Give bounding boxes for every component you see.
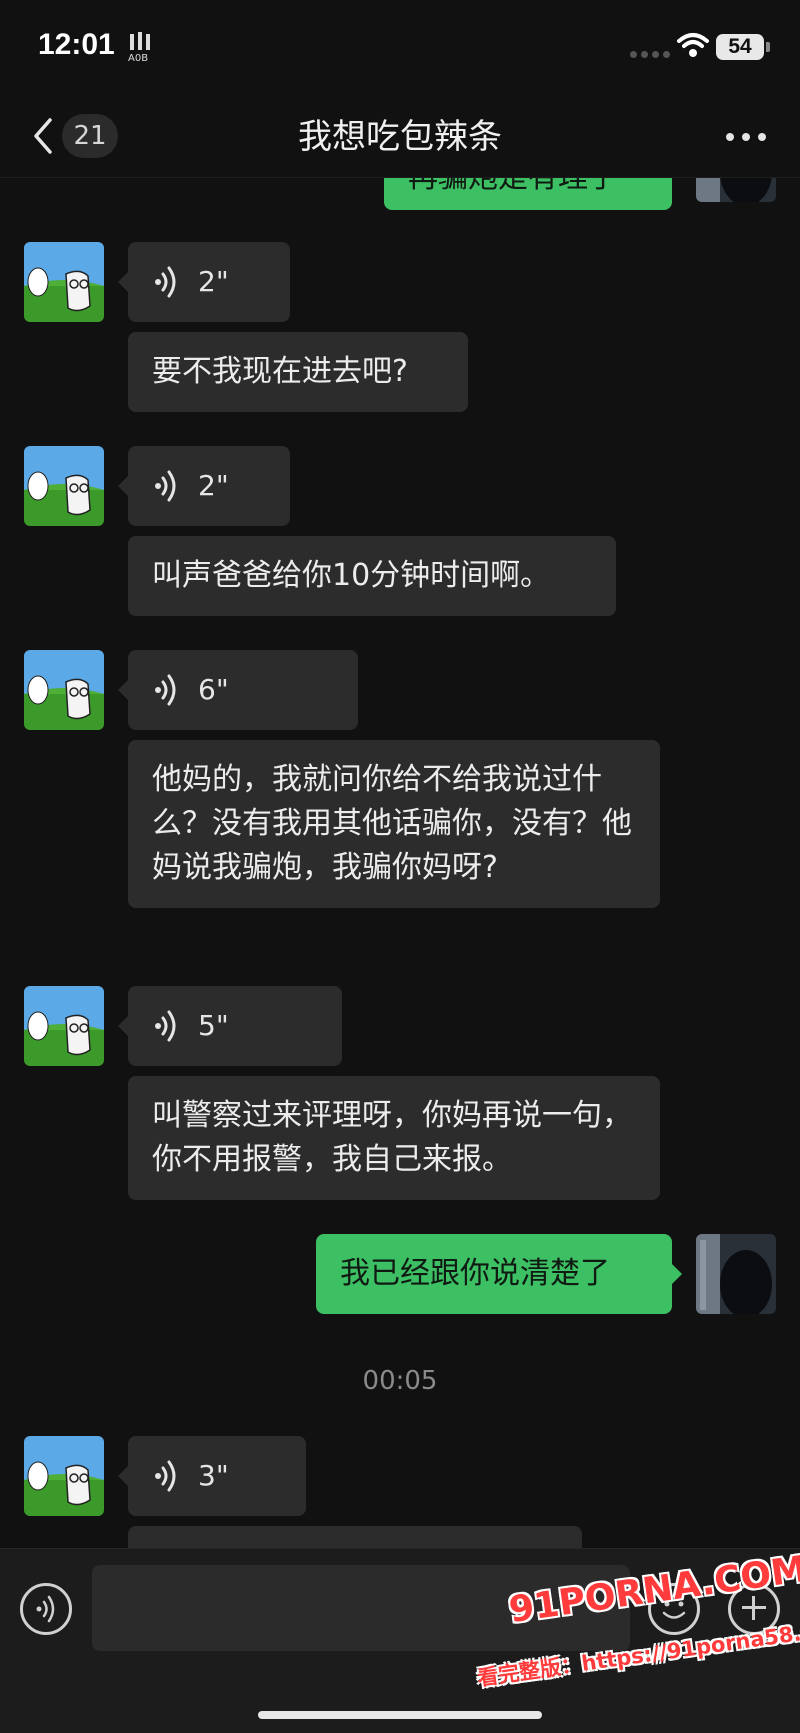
- incoming-message[interactable]: 叫声爸爸给你10分钟时间啊。: [128, 536, 616, 616]
- time-separator: 00:05: [362, 1366, 438, 1396]
- battery-cap: [766, 42, 770, 52]
- voice-message[interactable]: 3": [118, 1436, 306, 1516]
- avatar-image: [24, 986, 104, 1066]
- voice-duration: 2": [198, 469, 229, 502]
- avatar-image: [24, 242, 104, 322]
- voice-wave-icon: [155, 1010, 176, 1042]
- chat-title: 我想吃包辣条: [298, 117, 502, 157]
- voice-wave-icon: [155, 470, 176, 502]
- message-text: 他妈的，我就问你给不给我说过什么？没有我用其他话骗你，没有？他妈说我骗炮，我骗你…: [152, 762, 632, 885]
- contact-avatar[interactable]: [24, 986, 104, 1066]
- avatar-image: [24, 650, 104, 730]
- message-list[interactable]: 再骗炮是有理了 2" 要不我现在进去吧?: [0, 178, 800, 1548]
- voice-message[interactable]: 6": [118, 650, 358, 730]
- message-text: 再骗炮是有理了: [408, 178, 618, 195]
- avatar-image: [696, 1234, 776, 1314]
- app-notification-icon: A0B: [128, 32, 150, 62]
- avatar-image: [696, 178, 776, 202]
- back-chevron-icon[interactable]: [28, 116, 56, 156]
- outgoing-message[interactable]: 我已经跟你说清楚了: [316, 1234, 682, 1314]
- voice-message[interactable]: 2": [118, 242, 290, 322]
- incoming-message-partial[interactable]: [128, 1526, 582, 1548]
- more-dots-icon[interactable]: [722, 116, 770, 156]
- incoming-message[interactable]: 叫警察过来评理呀，你妈再说一句，你不用报警，我自己来报。: [128, 1076, 660, 1200]
- outgoing-message-partial[interactable]: 再骗炮是有理了: [384, 178, 672, 210]
- incoming-message[interactable]: 他妈的，我就问你给不给我说过什么？没有我用其他话骗你，没有？他妈说我骗炮，我骗你…: [128, 740, 660, 908]
- unread-count-badge[interactable]: 21: [62, 114, 118, 158]
- voice-duration: 3": [198, 1459, 229, 1492]
- voice-input-toggle[interactable]: [20, 1583, 72, 1635]
- message-text: 我已经跟你说清楚了: [340, 1256, 610, 1291]
- voice-duration: 2": [198, 265, 229, 298]
- incoming-message[interactable]: 要不我现在进去吧?: [128, 332, 468, 412]
- voice-duration: 6": [198, 673, 229, 706]
- contact-avatar[interactable]: [24, 446, 104, 526]
- voice-message[interactable]: 5": [118, 986, 342, 1066]
- battery-icon: 54: [716, 34, 764, 60]
- contact-avatar[interactable]: [24, 650, 104, 730]
- voice-wave-icon: [155, 266, 176, 298]
- avatar-image: [24, 446, 104, 526]
- contact-avatar[interactable]: [24, 1436, 104, 1516]
- message-text: 叫警察过来评理呀，你妈再说一句，你不用报警，我自己来报。: [152, 1098, 632, 1177]
- signal-icon: [630, 44, 674, 58]
- message-text: 要不我现在进去吧?: [152, 354, 408, 389]
- status-bar: 12:01 A0B 54: [0, 0, 800, 96]
- chat-header: 21 我想吃包辣条: [0, 96, 800, 178]
- voice-wave-icon: [155, 1460, 176, 1492]
- avatar-image: [24, 1436, 104, 1516]
- voice-wave-icon: [155, 674, 176, 706]
- message-text: 叫声爸爸给你10分钟时间啊。: [152, 558, 551, 593]
- my-avatar[interactable]: [696, 1234, 776, 1314]
- my-avatar[interactable]: [696, 178, 776, 202]
- svg-text:A0B: A0B: [128, 53, 148, 62]
- contact-avatar[interactable]: [24, 242, 104, 322]
- voice-duration: 5": [198, 1009, 229, 1042]
- voice-wave-icon: [36, 1595, 55, 1623]
- wifi-icon: [677, 33, 709, 57]
- voice-message[interactable]: 2": [118, 446, 290, 526]
- status-time: 12:01: [38, 28, 115, 61]
